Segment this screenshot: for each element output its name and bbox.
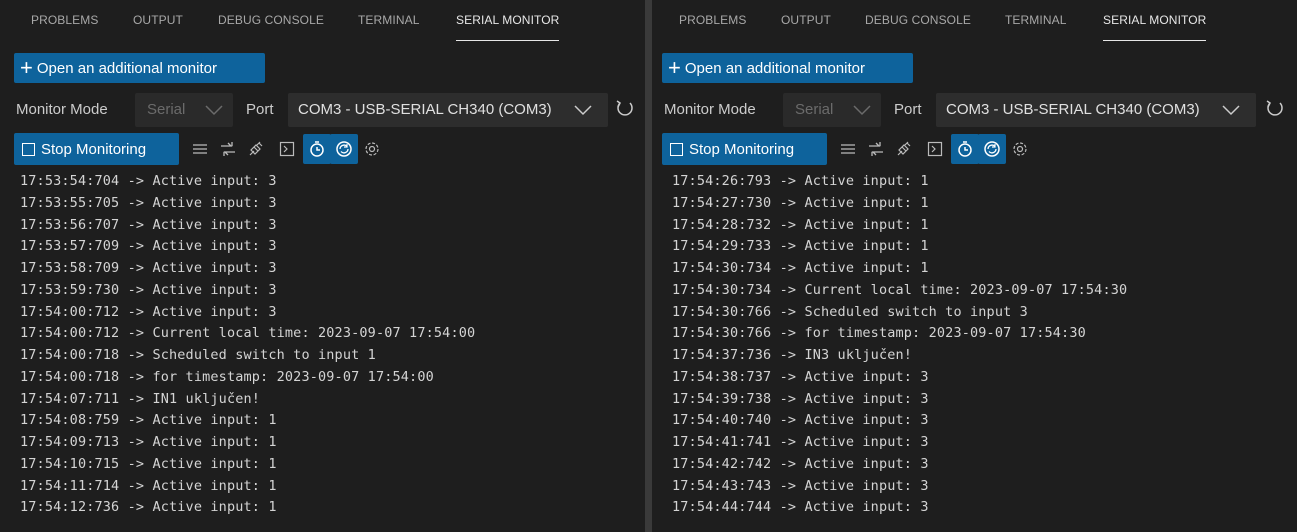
plus-icon: + [20,55,33,80]
open-additional-monitor-button[interactable]: + Open an additional monitor [14,53,265,83]
tab-output[interactable]: OUTPUT [781,13,831,33]
tab-serial-monitor[interactable]: SERIAL MONITOR [1103,13,1207,41]
log-line: 17:54:00:718 -> Scheduled switch to inpu… [20,347,376,363]
panel-tab-bar: PROBLEMS OUTPUT DEBUG CONSOLE TERMINAL S… [652,0,1297,44]
autoscroll-icon[interactable] [978,134,1006,164]
stop-monitoring-button[interactable]: Stop Monitoring [14,133,179,165]
monitor-mode-label: Monitor Mode [16,101,108,118]
settings-icon[interactable] [1009,138,1031,160]
tab-debug-console[interactable]: DEBUG CONSOLE [865,13,971,33]
terminal-icon[interactable] [924,138,946,160]
log-line: 17:54:30:766 -> for timestamp: 2023-09-0… [672,325,1086,342]
swap-icon[interactable] [865,138,887,160]
stop-monitoring-label: Stop Monitoring [689,140,795,158]
monitor-actions-row: Stop Monitoring [652,133,1297,165]
monitor-mode-value: Serial [795,101,834,118]
tab-serial-monitor[interactable]: SERIAL MONITOR [456,13,560,41]
timestamp-icon[interactable] [303,134,331,164]
list-icon[interactable] [189,138,211,160]
log-line: 17:54:10:715 -> Active input: 1 [20,455,277,472]
log-line: 17:54:09:713 -> Active input: 1 [20,434,277,450]
tab-terminal[interactable]: TERMINAL [358,13,419,33]
stop-icon [22,142,35,156]
log-line: 17:53:57:709 -> Active input: 3 [20,238,277,255]
port-label: Port [894,101,922,118]
log-line: 17:54:44:744 -> Active input: 3 [672,499,929,516]
settings-icon[interactable] [361,138,383,160]
log-line: 17:53:58:709 -> Active input: 3 [20,260,277,276]
log-line: 17:54:26:793 -> Active input: 1 [672,173,929,189]
log-line: 17:54:40:740 -> Active input: 3 [672,412,929,429]
monitor-mode-select[interactable]: Serial [783,93,881,127]
panel-tab-bar: PROBLEMS OUTPUT DEBUG CONSOLE TERMINAL S… [0,0,645,44]
log-line: 17:54:12:736 -> Active input: 1 [20,499,277,516]
log-line: 17:53:59:730 -> Active input: 3 [20,281,277,298]
serial-monitor-panel-left: PROBLEMS OUTPUT DEBUG CONSOLE TERMINAL S… [0,0,645,532]
port-select[interactable]: COM3 - USB-SERIAL CH340 (COM3) [936,93,1256,127]
log-line: 17:54:30:734 -> Current local time: 2023… [672,281,1128,298]
log-line: 17:53:55:705 -> Active input: 3 [20,194,277,211]
log-line: 17:54:38:737 -> Active input: 3 [672,368,929,385]
tab-terminal[interactable]: TERMINAL [1005,13,1066,33]
port-value: COM3 - USB-SERIAL CH340 (COM3) [946,101,1200,118]
log-line: 17:54:11:714 -> Active input: 1 [20,477,277,494]
monitor-mode-select[interactable]: Serial [135,93,233,127]
autoscroll-icon[interactable] [330,134,358,164]
monitor-settings-row: Monitor Mode Serial Port COM3 - USB-SERI… [652,93,1297,127]
log-line: 17:54:00:718 -> for timestamp: 2023-09-0… [20,368,434,385]
list-icon[interactable] [837,138,859,160]
timestamp-icon[interactable] [951,134,979,164]
open-additional-monitor-button[interactable]: + Open an additional monitor [662,53,913,83]
log-line: 17:53:56:707 -> Active input: 3 [20,216,277,233]
monitor-mode-label: Monitor Mode [664,101,756,118]
port-value: COM3 - USB-SERIAL CH340 (COM3) [298,101,552,118]
stop-icon [670,142,683,156]
refresh-icon[interactable] [614,98,636,120]
chevron-down-icon [853,105,871,116]
stop-monitoring-label: Stop Monitoring [41,140,147,158]
refresh-icon[interactable] [1264,98,1286,120]
port-label: Port [246,101,274,118]
monitor-actions-row: Stop Monitoring [0,133,645,165]
terminal-icon[interactable] [276,138,298,160]
serial-monitor-panel-right: PROBLEMS OUTPUT DEBUG CONSOLE TERMINAL S… [652,0,1297,532]
log-line: 17:54:07:711 -> IN1 uključen! [20,390,261,407]
serial-output-log[interactable]: 17:53:54:704 -> Active input: 3 17:53:55:… [0,170,645,532]
swap-icon[interactable] [217,138,239,160]
monitor-mode-value: Serial [147,101,186,118]
log-line: 17:54:43:743 -> Active input: 3 [672,477,929,494]
stop-monitoring-button[interactable]: Stop Monitoring [662,133,827,165]
open-monitor-label: Open an additional monitor [684,59,865,77]
log-line: 17:54:27:730 -> Active input: 1 [672,194,929,211]
tab-problems[interactable]: PROBLEMS [679,13,747,33]
log-line: 17:54:39:738 -> Active input: 3 [672,390,929,407]
log-line: 17:54:41:741 -> Active input: 3 [672,434,929,450]
plug-icon[interactable] [245,138,267,160]
log-line: 17:54:42:742 -> Active input: 3 [672,455,929,472]
open-monitor-label: Open an additional monitor [36,59,217,77]
serial-output-log[interactable]: 17:54:26:793 -> Active input: 1 17:54:27:… [652,170,1297,532]
log-line: 17:54:29:733 -> Active input: 1 [672,238,929,255]
plus-icon: + [668,55,681,80]
log-line: 17:54:30:766 -> Scheduled switch to inpu… [672,303,1028,320]
tab-debug-console[interactable]: DEBUG CONSOLE [218,13,324,33]
log-line: 17:54:37:736 -> IN3 uključen! [672,347,913,363]
plug-icon[interactable] [893,138,915,160]
monitor-settings-row: Monitor Mode Serial Port COM3 - USB-SERI… [0,93,645,127]
log-line: 17:53:54:704 -> Active input: 3 [20,173,277,189]
tab-output[interactable]: OUTPUT [133,13,183,33]
log-line: 17:54:00:712 -> Current local time: 2023… [20,325,476,342]
log-line: 17:54:28:732 -> Active input: 1 [672,216,929,233]
log-line: 17:54:00:712 -> Active input: 3 [20,303,277,320]
port-select[interactable]: COM3 - USB-SERIAL CH340 (COM3) [288,93,608,127]
chevron-down-icon [1222,105,1240,116]
log-line: 17:54:30:734 -> Active input: 1 [672,260,929,276]
log-line: 17:54:08:759 -> Active input: 1 [20,412,277,429]
tab-problems[interactable]: PROBLEMS [31,13,99,33]
chevron-down-icon [205,105,223,116]
chevron-down-icon [574,105,592,116]
